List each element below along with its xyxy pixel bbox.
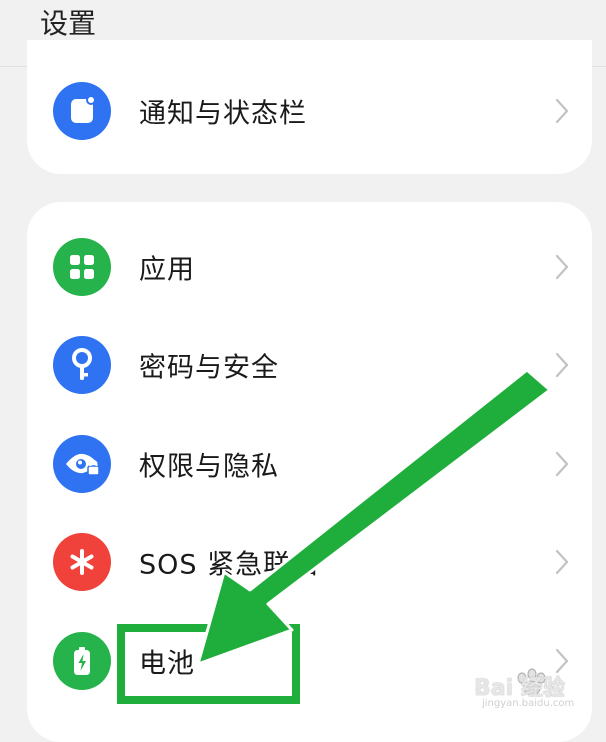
settings-item-permissions-privacy[interactable]: 权限与隐私 — [27, 415, 592, 513]
settings-item-label: 密码与安全 — [139, 352, 279, 384]
settings-item-label: 电池 — [139, 648, 195, 680]
settings-card-notifications: 通知与状态栏 — [27, 40, 592, 174]
settings-item-label: 应用 — [139, 254, 195, 286]
settings-item-apps[interactable]: 应用 — [27, 218, 592, 316]
chevron-right-icon — [555, 451, 569, 477]
settings-item-label: 权限与隐私 — [139, 451, 279, 483]
settings-item-notifications[interactable]: 通知与状态栏 — [27, 62, 592, 160]
settings-item-label: SOS 紧急联络 — [139, 549, 320, 581]
page-title: 设置 — [40, 7, 97, 40]
chevron-right-icon — [555, 352, 569, 378]
watermark-subtext: jingyan.baidu.com — [482, 698, 575, 709]
battery-icon — [53, 632, 111, 690]
key-icon — [53, 336, 111, 394]
chevron-right-icon — [555, 98, 569, 124]
settings-item-label: 通知与状态栏 — [139, 98, 307, 130]
privacy-eye-icon — [53, 435, 111, 493]
apps-grid-icon — [53, 238, 111, 296]
sos-asterisk-icon — [53, 533, 111, 591]
settings-item-sos[interactable]: SOS 紧急联络 — [27, 513, 592, 611]
notification-icon — [53, 82, 111, 140]
chevron-right-icon — [555, 549, 569, 575]
chevron-right-icon — [555, 254, 569, 280]
settings-item-password-security[interactable]: 密码与安全 — [27, 316, 592, 414]
